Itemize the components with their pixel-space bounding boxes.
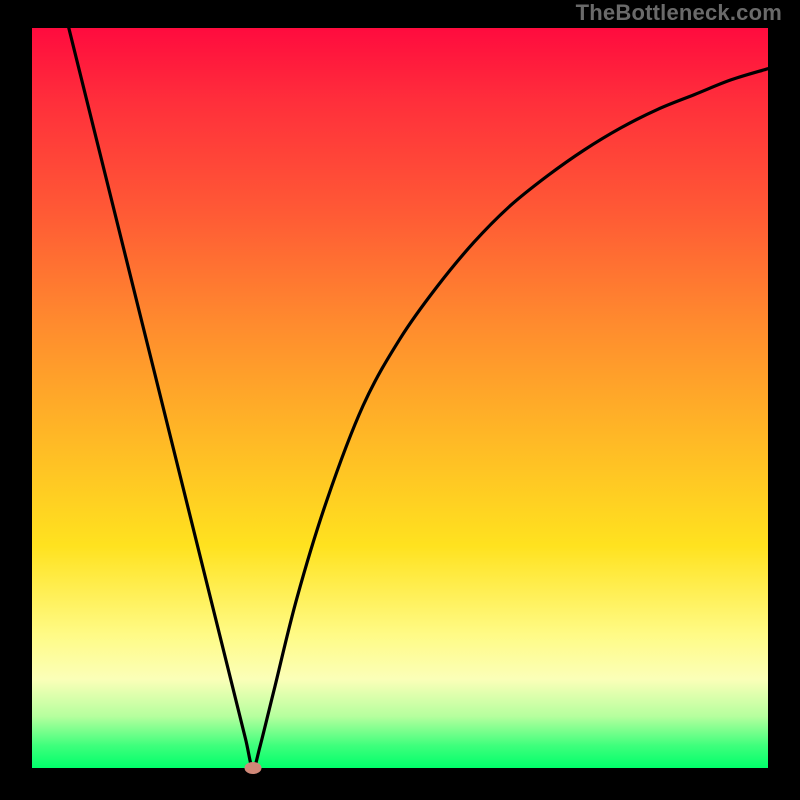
optimum-marker [244,762,261,774]
chart-frame: TheBottleneck.com [0,0,800,800]
bottleneck-curve [69,28,768,768]
watermark-text: TheBottleneck.com [576,0,782,26]
chart-curve-svg [32,28,768,768]
plot-area [32,28,768,768]
